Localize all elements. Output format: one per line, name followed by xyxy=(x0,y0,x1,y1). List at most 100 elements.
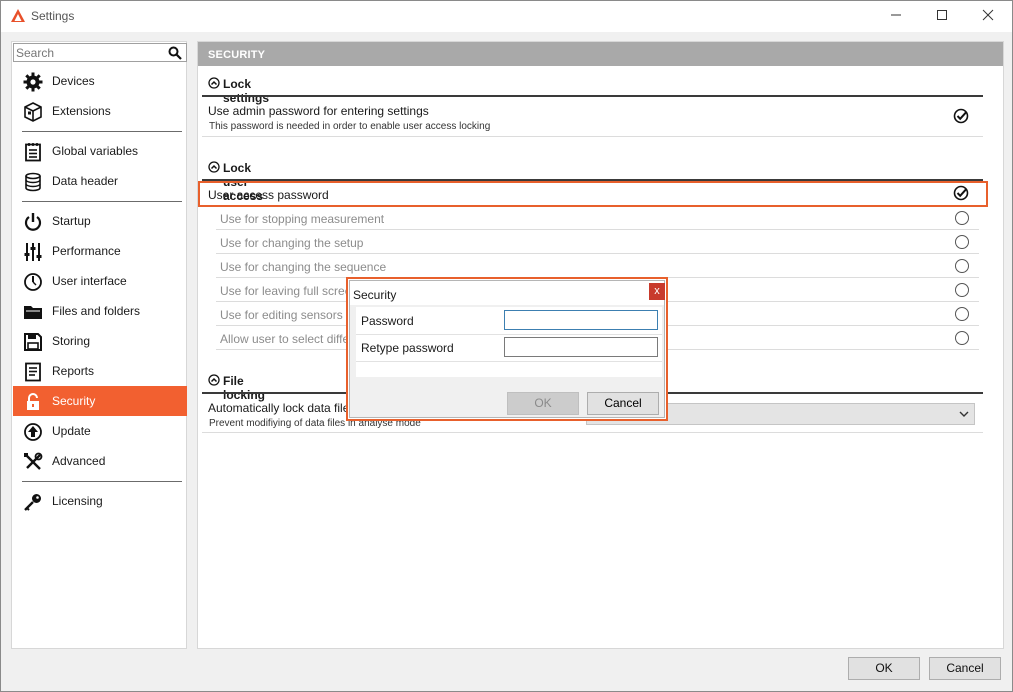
sidebar-item-user-interface[interactable]: User interface xyxy=(13,266,187,296)
option-editing-sensors-radio[interactable] xyxy=(955,307,969,321)
option-changing-setup-label: Use for changing the setup xyxy=(220,236,364,250)
option-allow-select-radio[interactable] xyxy=(955,331,969,345)
sidebar-divider xyxy=(22,481,182,482)
sidebar-item-label: Security xyxy=(52,394,96,408)
tools-icon xyxy=(24,452,43,470)
close-icon xyxy=(982,9,994,21)
option-stopping-measurement-label: Use for stopping measurement xyxy=(220,212,385,226)
option-allow-select-label: Allow user to select differe xyxy=(220,332,360,346)
sidebar-item-label: Storing xyxy=(52,334,91,348)
collapse-chevron-icon xyxy=(208,161,220,173)
folder-icon xyxy=(24,306,42,319)
minimize-button[interactable] xyxy=(873,1,919,32)
option-stopping-measurement-radio[interactable] xyxy=(955,211,969,225)
sidebar-item-security[interactable]: Security xyxy=(13,386,187,416)
ok-button[interactable]: OK xyxy=(848,657,920,680)
power-icon xyxy=(24,213,42,231)
option-leaving-full-screen-radio[interactable] xyxy=(955,283,969,297)
cancel-button[interactable]: Cancel xyxy=(929,657,1001,680)
cube-icon xyxy=(24,102,42,122)
sidebar-item-storing[interactable]: Storing xyxy=(13,326,187,356)
option-changing-setup-radio[interactable] xyxy=(955,235,969,249)
sidebar-item-performance[interactable]: Performance xyxy=(13,236,187,266)
notepad-icon xyxy=(25,143,41,162)
group-divider xyxy=(202,95,983,97)
option-leaving-full-screen-label: Use for leaving full screen xyxy=(220,284,359,298)
admin-password-checkbox[interactable] xyxy=(953,108,969,124)
form-divider xyxy=(356,334,662,335)
sidebar-item-label: User interface xyxy=(52,274,127,288)
user-access-password-checkbox[interactable] xyxy=(953,185,969,201)
sidebar-item-label: Update xyxy=(52,424,91,438)
group-title: Lock settings xyxy=(223,77,270,105)
gear-icon xyxy=(23,72,43,92)
sidebar-item-licensing[interactable]: Licensing xyxy=(13,486,187,516)
sidebar-item-label: Advanced xyxy=(52,454,106,468)
sidebar-item-label: Data header xyxy=(52,174,119,188)
row-divider xyxy=(216,253,979,254)
dialog-body-frame: Security x Password Retype password OK C… xyxy=(349,280,665,418)
section-header: SECURITY xyxy=(198,42,1003,66)
collapse-chevron-icon xyxy=(208,374,220,386)
option-changing-sequence-radio[interactable] xyxy=(955,259,969,273)
password-field[interactable] xyxy=(504,310,658,330)
row-divider xyxy=(202,136,983,137)
settings-sidebar: Devices Extensions Global variables xyxy=(11,41,187,649)
sidebar-item-label: Devices xyxy=(52,74,95,88)
collapse-chevron-icon xyxy=(208,77,220,89)
admin-password-label: Use admin password for entering settings xyxy=(208,104,429,118)
retype-password-field[interactable] xyxy=(504,337,658,357)
sidebar-item-update[interactable]: Update xyxy=(13,416,187,446)
sliders-icon xyxy=(24,243,42,261)
maximize-button[interactable] xyxy=(919,1,965,32)
sidebar-item-data-header[interactable]: Data header xyxy=(13,166,187,196)
update-icon xyxy=(24,423,42,441)
sidebar-item-label: Startup xyxy=(52,214,91,228)
floppy-icon xyxy=(24,333,42,351)
dialog-title-bar: Security x xyxy=(350,281,665,305)
sidebar-item-extensions[interactable]: Extensions xyxy=(13,96,187,126)
form-divider xyxy=(356,361,662,362)
sidebar-item-label: Licensing xyxy=(52,494,103,508)
sidebar-item-reports[interactable]: Reports xyxy=(13,356,187,386)
security-password-dialog: Security x Password Retype password OK C… xyxy=(346,277,668,421)
app-logo-icon xyxy=(11,9,25,22)
auto-lock-label: Automatically lock data files a xyxy=(208,401,366,415)
gauge-icon xyxy=(24,273,42,291)
chevron-down-icon xyxy=(959,411,969,417)
dialog-title: Security xyxy=(353,288,397,302)
settings-window: Settings Devices xyxy=(0,0,1013,692)
sidebar-item-label: Performance xyxy=(52,244,121,258)
sidebar-item-advanced[interactable]: Advanced xyxy=(13,446,187,476)
user-access-password-label: User access password xyxy=(208,188,329,202)
window-title: Settings xyxy=(31,9,75,23)
close-button[interactable] xyxy=(965,1,1011,32)
sidebar-item-label: Reports xyxy=(52,364,95,378)
dialog-ok-button[interactable]: OK xyxy=(507,392,579,415)
option-changing-sequence-label: Use for changing the sequence xyxy=(220,260,387,274)
key-icon xyxy=(24,494,41,511)
row-divider xyxy=(216,229,979,230)
search-box xyxy=(13,43,187,62)
dialog-close-button[interactable]: x xyxy=(649,283,665,300)
sidebar-item-files-and-folders[interactable]: Files and folders xyxy=(13,296,187,326)
retype-password-label: Retype password xyxy=(361,341,454,355)
password-label: Password xyxy=(361,314,414,328)
minimize-icon xyxy=(891,14,901,16)
report-icon xyxy=(25,362,41,382)
search-icon[interactable] xyxy=(168,46,182,60)
search-input[interactable] xyxy=(16,45,166,60)
sidebar-item-label: Files and folders xyxy=(52,304,141,318)
padlock-icon xyxy=(27,393,39,410)
row-divider xyxy=(202,432,983,433)
sidebar-item-global-variables[interactable]: Global variables xyxy=(13,136,187,166)
admin-password-description: This password is needed in order to enab… xyxy=(209,121,491,132)
dialog-form: Password Retype password xyxy=(356,307,662,377)
dialog-cancel-button[interactable]: Cancel xyxy=(587,392,659,415)
sidebar-item-startup[interactable]: Startup xyxy=(13,206,187,236)
option-editing-sensors-label: Use for editing sensors xyxy=(220,308,343,322)
title-bar: Settings xyxy=(1,1,1012,32)
sidebar-item-devices[interactable]: Devices xyxy=(13,66,187,96)
sidebar-divider xyxy=(22,131,182,132)
sidebar-item-label: Global variables xyxy=(52,144,139,158)
